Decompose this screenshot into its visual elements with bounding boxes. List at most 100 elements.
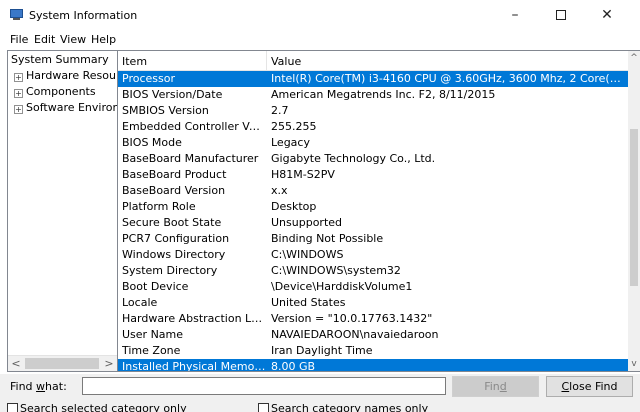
tree-item-software-environment[interactable]: +Software Environment bbox=[14, 101, 117, 114]
cell-value: H81M-S2PV bbox=[271, 168, 335, 181]
find-what-input[interactable] bbox=[82, 377, 446, 395]
table-row[interactable]: BIOS Version/Date American Megatrends Inc… bbox=[118, 87, 628, 103]
maximize-button[interactable] bbox=[538, 0, 584, 32]
checkbox-box[interactable] bbox=[258, 403, 269, 412]
checkbox-label: Search selected category only bbox=[20, 402, 187, 412]
cell-value: United States bbox=[271, 296, 346, 309]
table-row[interactable]: Locale United States bbox=[118, 295, 628, 311]
cell-item: BaseBoard Manufacturer bbox=[122, 152, 259, 165]
cell-value: Version = "10.0.17763.1432" bbox=[271, 312, 433, 325]
table-row[interactable]: BaseBoard Product H81M-S2PV bbox=[118, 167, 628, 183]
table-row[interactable]: SMBIOS Version 2.7 bbox=[118, 103, 628, 119]
table-row[interactable]: System Directory C:\WINDOWS\system32 bbox=[118, 263, 628, 279]
expand-icon[interactable]: + bbox=[14, 89, 23, 98]
close-find-button[interactable]: Close Find bbox=[546, 376, 633, 397]
system-information-icon bbox=[10, 9, 24, 21]
cell-value: American Megatrends Inc. F2, 8/11/2015 bbox=[271, 88, 496, 101]
cell-value: \Device\HarddiskVolume1 bbox=[271, 280, 413, 293]
cell-value: C:\WINDOWS\system32 bbox=[271, 264, 401, 277]
table-row[interactable]: Windows Directory C:\WINDOWS bbox=[118, 247, 628, 263]
scroll-right-button[interactable]: > bbox=[101, 356, 117, 371]
cell-value: 2.7 bbox=[271, 104, 289, 117]
cell-item: PCR7 Configuration bbox=[122, 232, 230, 245]
table-row[interactable]: PCR7 Configuration Binding Not Possible bbox=[118, 231, 628, 247]
cell-item: BIOS Mode bbox=[122, 136, 182, 149]
table-row[interactable]: Platform Role Desktop bbox=[118, 199, 628, 215]
cell-item: Windows Directory bbox=[122, 248, 226, 261]
scroll-up-button[interactable]: ^ bbox=[628, 51, 640, 65]
cell-value: C:\WINDOWS bbox=[271, 248, 344, 261]
tree-item-components[interactable]: + Components bbox=[14, 85, 96, 98]
menu-help[interactable]: Help bbox=[91, 33, 116, 46]
tree-item-label: Hardware Resources bbox=[26, 69, 117, 82]
list-rows: Processor Intel(R) Core(TM) i3-4160 CPU @… bbox=[118, 71, 628, 372]
scroll-down-button[interactable]: v bbox=[628, 357, 640, 371]
cell-value: Intel(R) Core(TM) i3-4160 CPU @ 3.60GHz,… bbox=[271, 72, 626, 85]
column-header-value[interactable]: Value bbox=[271, 55, 301, 68]
table-row[interactable]: BIOS Mode Legacy bbox=[118, 135, 628, 151]
cell-value: Legacy bbox=[271, 136, 310, 149]
cell-item: BIOS Version/Date bbox=[122, 88, 223, 101]
category-tree[interactable]: System Summary +Hardware Resources +Comp… bbox=[7, 50, 118, 372]
table-row[interactable]: Secure Boot State Unsupported bbox=[118, 215, 628, 231]
cell-item: Installed Physical Memory (RAM) bbox=[122, 360, 266, 372]
cell-value: 8.00 GB bbox=[271, 360, 316, 372]
table-row[interactable]: BaseBoard Manufacturer Gigabyte Technolog… bbox=[118, 151, 628, 167]
cell-item: User Name bbox=[122, 328, 184, 341]
cell-item: BaseBoard Version bbox=[122, 184, 226, 197]
cell-item: Time Zone bbox=[122, 344, 181, 357]
cell-item: Platform Role bbox=[122, 200, 196, 213]
cell-item: Secure Boot State bbox=[122, 216, 222, 229]
menu-edit[interactable]: Edit bbox=[34, 33, 55, 46]
table-row[interactable]: User Name NAVAIEDAROON\navaiedaroon bbox=[118, 327, 628, 343]
cell-value: Unsupported bbox=[271, 216, 343, 229]
tree-item-hardware-resources[interactable]: +Hardware Resources bbox=[14, 69, 117, 82]
scroll-thumb[interactable] bbox=[630, 129, 638, 286]
search-category-names-checkbox[interactable]: Search category names only bbox=[258, 402, 428, 412]
title-bar: System Information – ✕ bbox=[0, 0, 640, 32]
table-row[interactable]: Embedded Controller Version 255.255 bbox=[118, 119, 628, 135]
cell-value: Binding Not Possible bbox=[271, 232, 384, 245]
table-row[interactable]: Hardware Abstraction Layer Version = "10.… bbox=[118, 311, 628, 327]
cell-value: Iran Daylight Time bbox=[271, 344, 373, 357]
cell-value: x.x bbox=[271, 184, 288, 197]
minimize-button[interactable]: – bbox=[492, 0, 538, 32]
cell-item: BaseBoard Product bbox=[122, 168, 227, 181]
menu-view[interactable]: View bbox=[60, 33, 86, 46]
table-row[interactable]: Processor Intel(R) Core(TM) i3-4160 CPU @… bbox=[118, 71, 628, 87]
table-row[interactable]: Boot Device \Device\HarddiskVolume1 bbox=[118, 279, 628, 295]
cell-value: Gigabyte Technology Co., Ltd. bbox=[271, 152, 436, 165]
close-button[interactable]: ✕ bbox=[584, 0, 630, 32]
tree-item-system-summary[interactable]: System Summary bbox=[11, 53, 109, 66]
cell-item: Embedded Controller Version bbox=[122, 120, 266, 133]
column-header-item[interactable]: Item bbox=[122, 55, 147, 68]
scroll-thumb[interactable] bbox=[25, 358, 99, 369]
window-title: System Information bbox=[29, 9, 138, 22]
expand-icon[interactable]: + bbox=[14, 73, 23, 82]
menu-bar: File Edit View Help bbox=[0, 32, 640, 48]
search-selected-category-checkbox[interactable]: Search selected category only bbox=[7, 402, 187, 412]
menu-file[interactable]: File bbox=[10, 33, 28, 46]
expand-icon[interactable]: + bbox=[14, 105, 23, 114]
cell-item: Processor bbox=[122, 72, 175, 85]
details-list[interactable]: Item Value Processor Intel(R) Core(TM) i3… bbox=[118, 50, 640, 372]
tree-item-label: Components bbox=[26, 85, 96, 98]
cell-item: SMBIOS Version bbox=[122, 104, 209, 117]
find-bar: Find what: Find Close Find Search select… bbox=[0, 374, 640, 412]
table-row[interactable]: Installed Physical Memory (RAM) 8.00 GB bbox=[118, 359, 628, 372]
find-what-label: Find what: bbox=[10, 380, 67, 393]
checkbox-label: Search category names only bbox=[271, 402, 429, 412]
table-row[interactable]: Time Zone Iran Daylight Time bbox=[118, 343, 628, 359]
table-row[interactable]: BaseBoard Version x.x bbox=[118, 183, 628, 199]
list-vertical-scrollbar[interactable]: ^ v bbox=[628, 51, 640, 371]
cell-value: NAVAIEDAROON\navaiedaroon bbox=[271, 328, 439, 341]
scroll-left-button[interactable]: < bbox=[8, 356, 24, 371]
cell-value: Desktop bbox=[271, 200, 317, 213]
list-header: Item Value bbox=[118, 51, 628, 71]
cell-item: Locale bbox=[122, 296, 158, 309]
tree-horizontal-scrollbar[interactable]: < > bbox=[8, 355, 117, 371]
column-divider[interactable] bbox=[266, 51, 267, 71]
cell-item: Hardware Abstraction Layer bbox=[122, 312, 266, 325]
find-button[interactable]: Find bbox=[452, 376, 539, 397]
checkbox-box[interactable] bbox=[7, 403, 18, 412]
